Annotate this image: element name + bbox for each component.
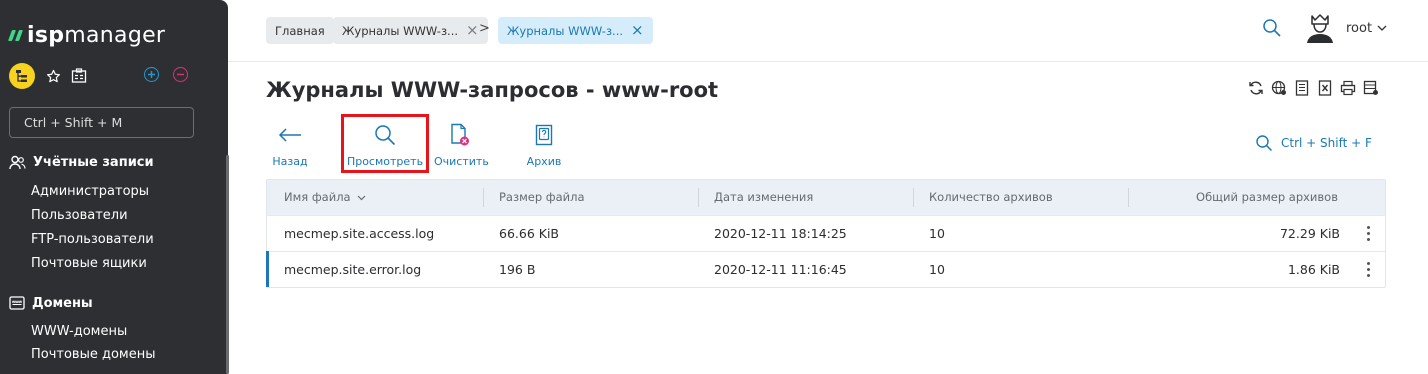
column-header-archives-size[interactable]: Общий размер архивов [1196, 180, 1338, 215]
clear-file-icon [434, 123, 486, 147]
cell-archives-count: 10 [929, 262, 945, 277]
user-name: root [1346, 20, 1373, 36]
logo-manager-text: manager [64, 22, 166, 48]
archive-label: Архив [526, 155, 562, 168]
row-menu-icon[interactable] [1367, 262, 1371, 277]
user-menu[interactable]: root [1304, 12, 1387, 44]
sidebar-section-accounts[interactable]: Учётные записи [9, 155, 154, 170]
column-divider[interactable] [1128, 188, 1129, 207]
table-row-selected[interactable]: mecmep.site.error.log 196 B 2020-12-11 1… [266, 251, 1385, 287]
refresh-icon[interactable] [1247, 79, 1265, 97]
title-action-icons [1247, 79, 1380, 97]
logo-isp-text: isp [27, 22, 65, 48]
sidebar: isp manager Ctrl + Shift + M Учётные запи… [0, 0, 229, 374]
menu-tree-icon[interactable] [9, 63, 35, 89]
clear-label: Очистить [434, 155, 489, 168]
sidebar-quick-actions [9, 63, 87, 89]
close-icon[interactable]: × [466, 23, 479, 38]
globe-settings-icon[interactable] [1270, 79, 1288, 97]
domains-icon: WWW [9, 296, 25, 310]
breadcrumb-home[interactable]: Главная [266, 17, 334, 44]
close-icon[interactable]: × [631, 23, 644, 38]
sidebar-item-mailboxes[interactable]: Почтовые ящики [31, 256, 147, 271]
search-icon [1256, 135, 1273, 152]
table-settings-icon[interactable] [1362, 79, 1380, 97]
column-header-size[interactable]: Размер файла [499, 180, 585, 215]
cell-modified: 2020-12-11 18:14:25 [714, 226, 847, 241]
cell-archives-size: 72.29 KiB [1279, 226, 1340, 241]
favorites-star-icon[interactable] [45, 68, 61, 84]
logo-mark-icon [7, 29, 24, 41]
chevron-down-icon [1377, 22, 1387, 35]
archive-button[interactable]: Архив [524, 123, 564, 168]
sidebar-section-label: Домены [32, 295, 93, 311]
column-divider[interactable] [698, 188, 699, 207]
users-icon [9, 155, 26, 170]
row-menu-icon[interactable] [1367, 226, 1371, 241]
column-header-archives-count[interactable]: Количество архивов [929, 180, 1053, 215]
page-title: Журналы WWW-запросов - www-root [266, 78, 719, 102]
sort-chevron-icon [357, 180, 366, 215]
remove-favorite-icon[interactable] [173, 67, 188, 82]
clear-button[interactable]: Очистить [434, 123, 489, 168]
sidebar-scrollbar[interactable] [226, 155, 229, 374]
global-search-icon[interactable] [1262, 18, 1284, 40]
sidebar-search-input[interactable]: Ctrl + Shift + M [9, 107, 194, 138]
table-search-button[interactable]: Ctrl + Shift + F [1255, 134, 1372, 152]
sidebar-item-users[interactable]: Пользователи [31, 208, 128, 223]
print-icon[interactable] [1339, 79, 1357, 97]
column-divider[interactable] [913, 188, 914, 207]
ispmanager-logo[interactable]: isp manager [7, 21, 166, 49]
export-excel-icon[interactable] [1316, 79, 1334, 97]
dashboard-icon[interactable] [71, 68, 87, 84]
add-favorite-icon[interactable] [144, 67, 159, 82]
back-label: Назад [272, 155, 308, 168]
sidebar-section-domains[interactable]: WWW Домены [9, 295, 93, 311]
breadcrumb-separator: > [479, 21, 490, 36]
cell-filename: mecmep.site.access.log [284, 226, 435, 241]
breadcrumb-label: Журналы WWW-з... [507, 23, 624, 38]
breadcrumb-tab-logs-active[interactable]: Журналы WWW-з... × [498, 17, 653, 44]
cell-archives-count: 10 [929, 226, 945, 241]
user-avatar-icon [1307, 14, 1333, 43]
archive-icon [524, 123, 564, 147]
back-button[interactable]: Назад [272, 123, 308, 168]
column-divider[interactable] [483, 188, 484, 207]
view-button-highlight [341, 114, 429, 173]
arrow-left-icon [272, 123, 308, 147]
sidebar-item-www-domains[interactable]: WWW-домены [31, 324, 127, 339]
sidebar-item-mail-domains[interactable]: Почтовые домены [31, 347, 156, 362]
breadcrumb-label: Журналы WWW-з... [342, 23, 459, 38]
sidebar-item-ftp-users[interactable]: FTP-пользователи [31, 232, 154, 247]
table-header: Имя файла Размер файла Дата изменения Ко… [267, 180, 1385, 215]
breadcrumb-label: Главная [275, 23, 325, 38]
column-header-label: Имя файла [284, 190, 351, 204]
logs-table: Имя файла Размер файла Дата изменения Ко… [266, 179, 1386, 288]
column-header-modified[interactable]: Дата изменения [714, 180, 813, 215]
breadcrumb-tab-logs[interactable]: Журналы WWW-з... × [333, 17, 488, 44]
column-header-filename[interactable]: Имя файла [284, 180, 366, 215]
cell-size: 196 B [499, 262, 536, 277]
list-doc-icon[interactable] [1293, 79, 1311, 97]
cell-filename: mecmep.site.error.log [284, 262, 422, 277]
table-row[interactable]: mecmep.site.access.log 66.66 KiB 2020-12… [267, 215, 1385, 251]
sidebar-item-administrators[interactable]: Администраторы [31, 184, 149, 199]
svg-text:WWW: WWW [12, 300, 23, 304]
sidebar-section-label: Учётные записи [33, 155, 154, 170]
cell-size: 66.66 KiB [499, 226, 560, 241]
cell-modified: 2020-12-11 11:16:45 [714, 262, 847, 277]
cell-archives-size: 1.86 KiB [1287, 262, 1340, 277]
table-search-shortcut: Ctrl + Shift + F [1281, 136, 1372, 150]
top-bar: Главная Журналы WWW-з... × > Журналы WWW… [228, 0, 1428, 62]
